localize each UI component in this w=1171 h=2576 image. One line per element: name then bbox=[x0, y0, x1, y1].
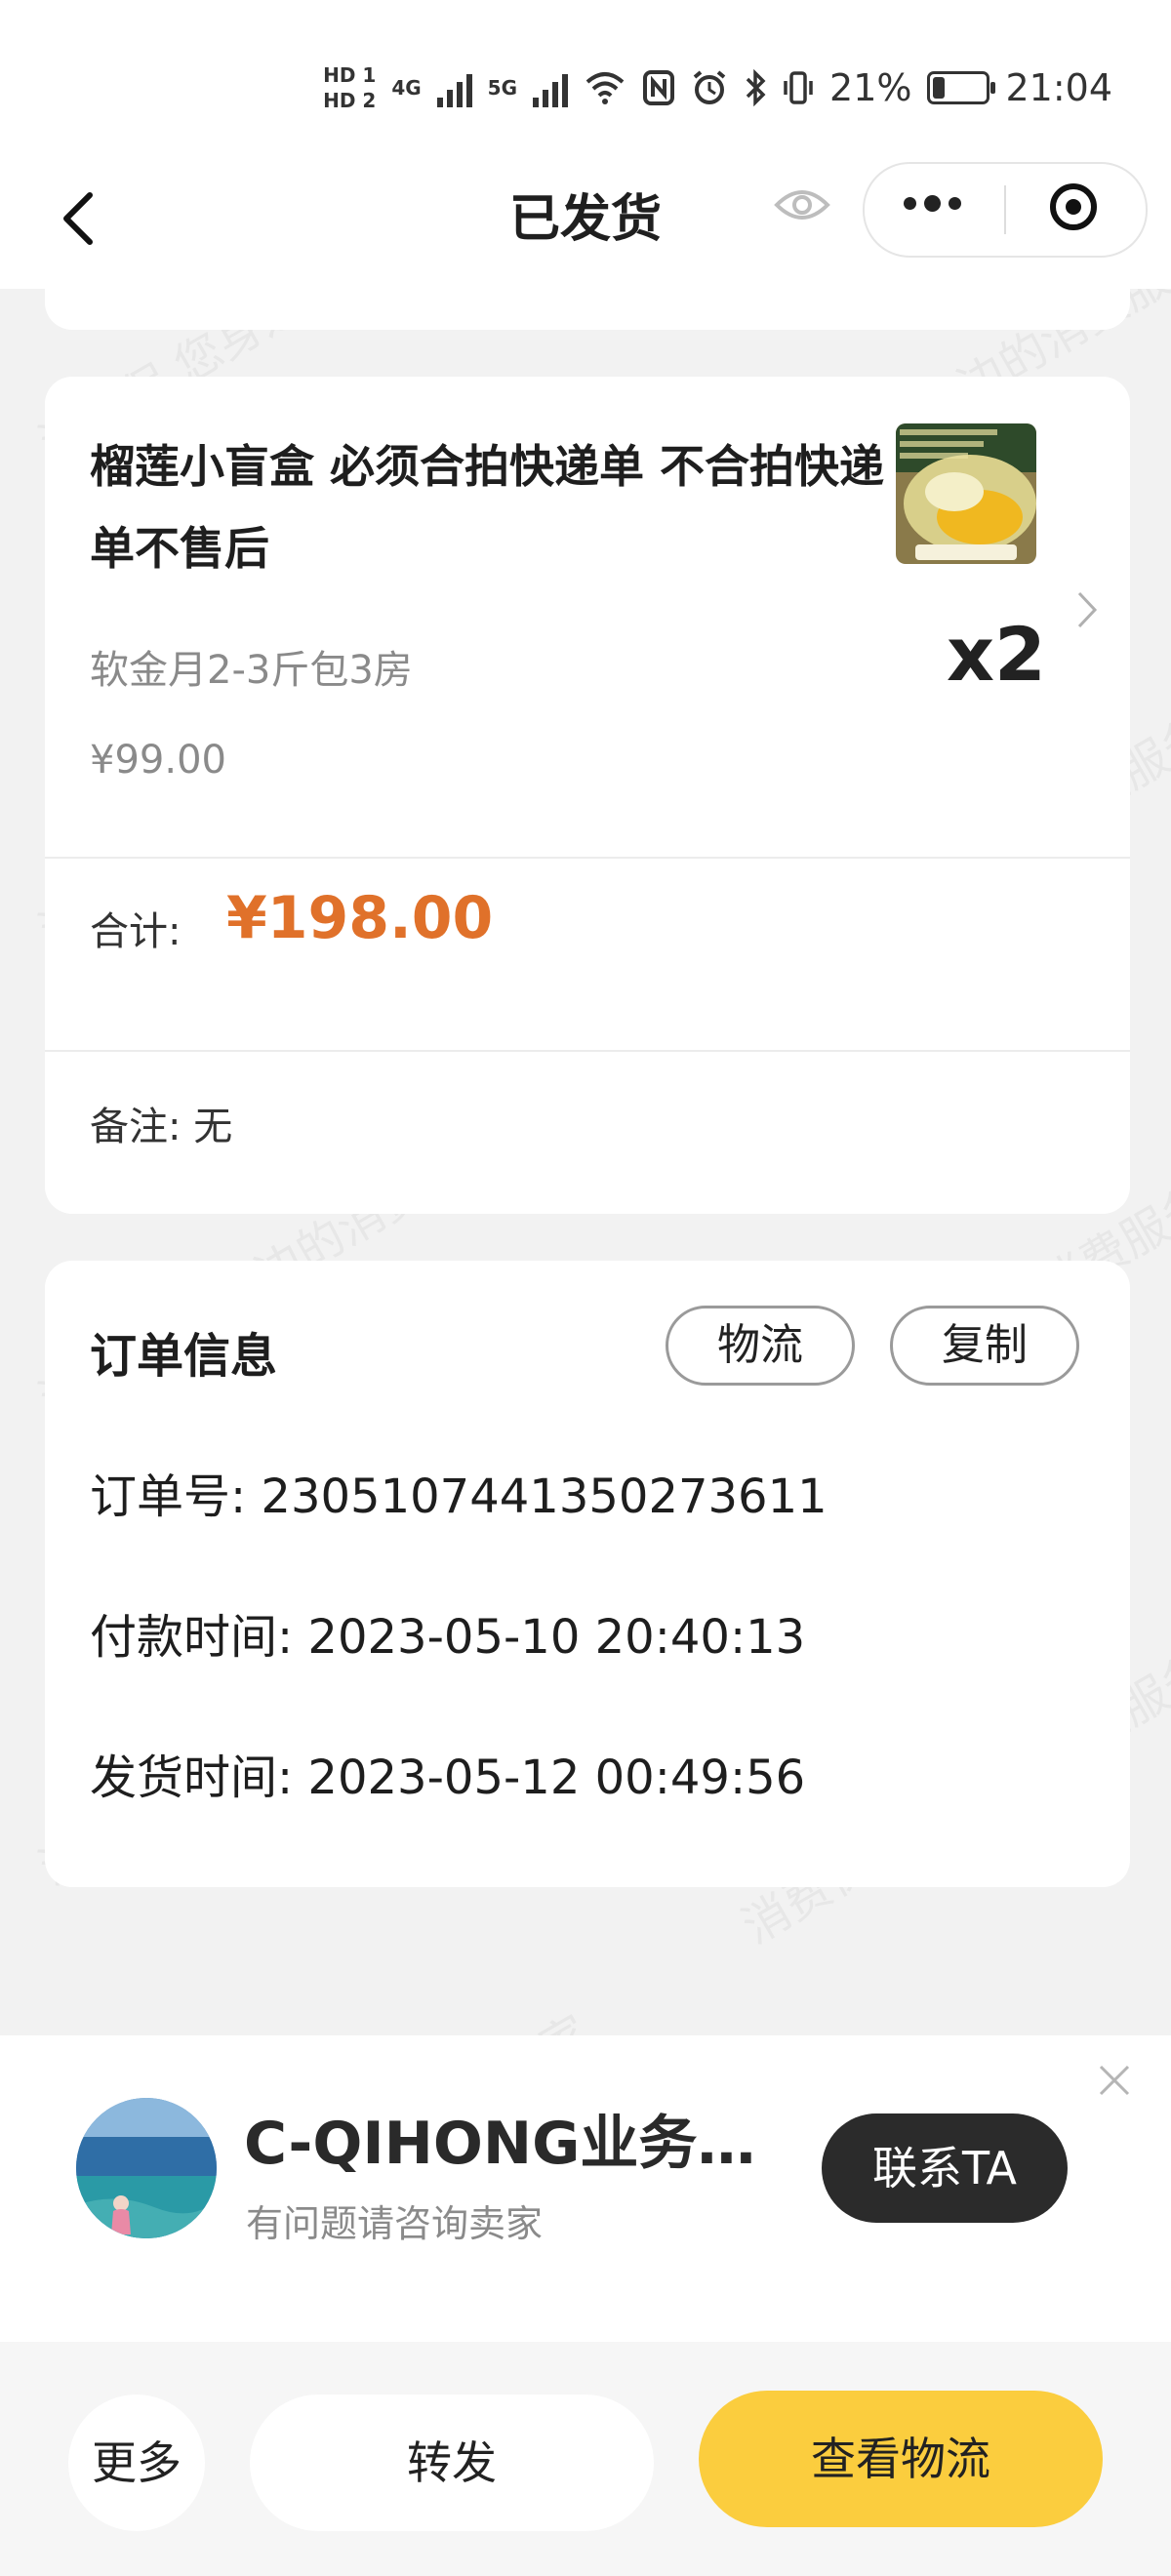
seller-subtitle: 有问题请咨询卖家 bbox=[246, 2202, 544, 2245]
more-options-icon[interactable] bbox=[904, 195, 961, 212]
close-mini-program-icon[interactable] bbox=[1050, 183, 1097, 230]
previous-card-edge bbox=[45, 269, 1130, 330]
bottom-action-bar: 更多 转发 查看物流 bbox=[0, 2342, 1171, 2576]
capsule-divider bbox=[1004, 185, 1006, 234]
chevron-right-icon[interactable] bbox=[1070, 585, 1105, 634]
view-logistics-button[interactable]: 查看物流 bbox=[699, 2391, 1103, 2527]
signal-icon bbox=[533, 68, 569, 107]
close-icon[interactable] bbox=[1095, 2061, 1134, 2100]
order-number: 订单号: 2305107441350273611 bbox=[90, 1469, 828, 1524]
product-title[interactable]: 榴莲小盲盒 必须合拍快递单 不合拍快递单不售后 bbox=[90, 425, 890, 589]
product-card: 榴莲小盲盒 必须合拍快递单 不合拍快递单不售后 软金月2-3斤包3房 ¥99.0… bbox=[45, 377, 1130, 1214]
forward-button[interactable]: 转发 bbox=[250, 2395, 654, 2531]
total-value: ¥198.00 bbox=[226, 884, 494, 952]
order-info-card: 订单信息 物流 复制 订单号: 2305107441350273611 付款时间… bbox=[45, 1261, 1130, 1887]
shipped-time: 发货时间: 2023-05-12 00:49:56 bbox=[90, 1751, 806, 1805]
clock: 21:04 bbox=[1005, 66, 1112, 109]
sim-indicators: HD 1 HD 2 bbox=[323, 64, 376, 111]
order-note: 备注: 无 bbox=[90, 1105, 233, 1149]
logistics-button[interactable]: 物流 bbox=[666, 1306, 855, 1386]
product-spec: 软金月2-3斤包3房 bbox=[90, 648, 413, 693]
nfc-icon bbox=[643, 70, 675, 105]
order-info-title: 订单信息 bbox=[90, 1329, 278, 1384]
seller-name[interactable]: C-QIHONG业务员晓晓 bbox=[244, 2096, 771, 2181]
alarm-icon bbox=[693, 70, 726, 104]
product-image[interactable] bbox=[896, 423, 1036, 564]
battery-percent: 21% bbox=[829, 66, 912, 109]
eye-icon[interactable] bbox=[773, 185, 831, 224]
divider bbox=[45, 1050, 1130, 1052]
product-price: ¥99.00 bbox=[90, 738, 226, 783]
sim2-label: HD 2 bbox=[323, 89, 377, 112]
seller-avatar[interactable] bbox=[76, 2098, 217, 2238]
wifi-icon bbox=[586, 72, 625, 104]
divider bbox=[45, 857, 1130, 859]
signal-icon bbox=[436, 68, 472, 107]
copy-button[interactable]: 复制 bbox=[890, 1306, 1079, 1386]
contact-seller-button[interactable]: 联系TA bbox=[822, 2113, 1068, 2223]
mini-program-capsule bbox=[863, 162, 1148, 258]
more-button[interactable]: 更多 bbox=[68, 2395, 205, 2531]
status-bar: HD 1 HD 2 4G 5G 21% 21:04 bbox=[323, 60, 1112, 115]
paid-time: 付款时间: 2023-05-10 20:40:13 bbox=[90, 1610, 806, 1665]
quantity-label: x2 bbox=[947, 611, 1046, 698]
top-bar: HD 1 HD 2 4G 5G 21% 21:04 已发货 bbox=[0, 0, 1171, 289]
battery-icon bbox=[927, 71, 996, 104]
bluetooth-icon bbox=[746, 69, 766, 106]
seller-bar: C-QIHONG业务员晓晓 有问题请咨询卖家 联系TA bbox=[0, 2035, 1171, 2342]
network-5g-label: 5G bbox=[487, 76, 518, 100]
network-4g-label: 4G bbox=[391, 76, 422, 100]
total-label: 合计: bbox=[90, 909, 182, 954]
sim1-label: HD 1 bbox=[323, 63, 377, 87]
vibrate-icon bbox=[784, 71, 813, 104]
